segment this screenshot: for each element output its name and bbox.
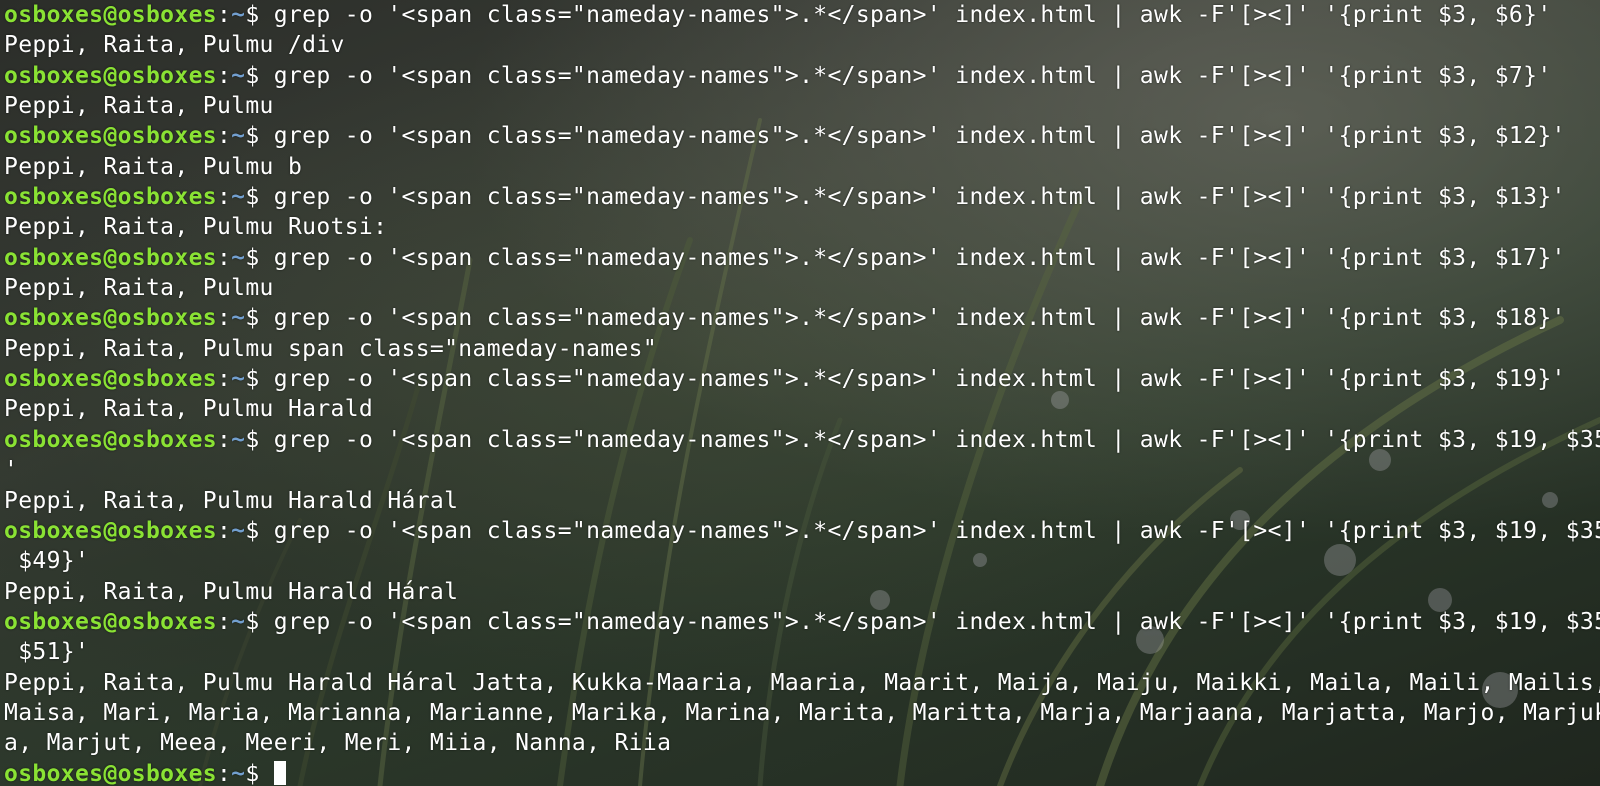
prompt-user-host: osboxes@osboxes (4, 366, 217, 393)
output-line: Peppi, Raita, Pulmu Harald (4, 396, 374, 423)
command-text: grep -o '<span class="nameday-names">.*<… (273, 426, 1600, 453)
prompt-separator: : (216, 608, 232, 635)
output-line: Peppi, Raita, Pulmu span class="nameday-… (4, 335, 658, 362)
command-text: grep -o '<span class="nameday-names">.*<… (273, 517, 1600, 544)
prompt-symbol: $ (245, 366, 274, 393)
prompt-user-host: osboxes@osboxes (4, 244, 217, 271)
output-line: Peppi, Raita, Pulmu Ruotsi: (4, 214, 388, 241)
prompt-user-host: osboxes@osboxes (4, 608, 217, 635)
prompt-separator: : (216, 760, 232, 786)
prompt-line: osboxes@osboxes:~$ grep -o '<span class=… (4, 303, 1600, 333)
output-line: Peppi, Raita, Pulmu (4, 93, 274, 120)
prompt-line: osboxes@osboxes:~$ grep -o '<span class=… (4, 425, 1600, 455)
prompt-user-host: osboxes@osboxes (4, 305, 217, 332)
prompt-symbol: $ (245, 426, 274, 453)
command-text: grep -o '<span class="nameday-names">.*<… (273, 305, 1566, 332)
output-line: Peppi, Raita, Pulmu Harald Háral Jatta, … (4, 669, 1600, 696)
prompt-symbol: $ (245, 184, 274, 211)
prompt-symbol: $ (245, 760, 274, 786)
prompt-path: ~ (231, 426, 246, 453)
prompt-line: osboxes@osboxes:~$ grep -o '<span class=… (4, 516, 1600, 546)
output-line: Peppi, Raita, Pulmu b (4, 153, 303, 180)
prompt-line: osboxes@osboxes:~$ grep -o '<span class=… (4, 243, 1600, 273)
prompt-line: osboxes@osboxes:~$ grep -o '<span class=… (4, 121, 1600, 151)
output-line: Peppi, Raita, Pulmu Harald Háral (4, 487, 459, 514)
output-line: Peppi, Raita, Pulmu (4, 275, 274, 302)
prompt-separator: : (216, 517, 232, 544)
output-line: Peppi, Raita, Pulmu /div (4, 32, 345, 59)
terminal-window[interactable]: osboxes@osboxes:~$ grep -o '<span class=… (0, 0, 1600, 786)
command-text: grep -o '<span class="nameday-names">.*<… (273, 608, 1600, 635)
output-line: $49}' (4, 548, 90, 575)
prompt-user-host: osboxes@osboxes (4, 760, 217, 786)
prompt-separator: : (216, 184, 232, 211)
prompt-line: osboxes@osboxes:~$ grep -o '<span class=… (4, 182, 1600, 212)
prompt-separator: : (216, 2, 232, 28)
prompt-symbol: $ (245, 2, 274, 28)
prompt-user-host: osboxes@osboxes (4, 184, 217, 211)
prompt-user-host: osboxes@osboxes (4, 62, 217, 89)
prompt-line: osboxes@osboxes:~$ grep -o '<span class=… (4, 61, 1600, 91)
prompt-symbol: $ (245, 123, 274, 150)
prompt-separator: : (216, 366, 232, 393)
prompt-separator: : (216, 244, 232, 271)
prompt-line: osboxes@osboxes:~$ grep -o '<span class=… (4, 364, 1600, 394)
command-text: grep -o '<span class="nameday-names">.*<… (273, 184, 1566, 211)
prompt-path: ~ (231, 62, 246, 89)
prompt-path: ~ (231, 184, 246, 211)
prompt-user-host: osboxes@osboxes (4, 2, 217, 28)
prompt-separator: : (216, 426, 232, 453)
command-text: grep -o '<span class="nameday-names">.*<… (273, 62, 1552, 89)
output-line: ' (4, 457, 19, 484)
prompt-path: ~ (231, 366, 246, 393)
text-cursor (273, 760, 286, 785)
prompt-symbol: $ (245, 244, 274, 271)
command-text: grep -o '<span class="nameday-names">.*<… (273, 366, 1566, 393)
prompt-symbol: $ (245, 517, 274, 544)
prompt-line: osboxes@osboxes:~$ grep -o '<span class=… (4, 0, 1600, 30)
prompt-separator: : (216, 123, 232, 150)
prompt-line: osboxes@osboxes:~$ (4, 759, 1600, 786)
prompt-path: ~ (231, 517, 246, 544)
prompt-separator: : (216, 62, 232, 89)
prompt-user-host: osboxes@osboxes (4, 123, 217, 150)
command-text: grep -o '<span class="nameday-names">.*<… (273, 244, 1566, 271)
output-line: Maisa, Mari, Maria, Marianna, Marianne, … (4, 699, 1600, 726)
prompt-line: osboxes@osboxes:~$ grep -o '<span class=… (4, 607, 1600, 637)
output-line: a, Marjut, Meea, Meeri, Meri, Miia, Nann… (4, 730, 672, 757)
prompt-symbol: $ (245, 305, 274, 332)
output-line: $51}' (4, 639, 90, 666)
prompt-path: ~ (231, 123, 246, 150)
output-line: Peppi, Raita, Pulmu Harald Háral (4, 578, 459, 605)
prompt-path: ~ (231, 305, 246, 332)
command-text: grep -o '<span class="nameday-names">.*<… (273, 2, 1552, 28)
prompt-path: ~ (231, 608, 246, 635)
prompt-path: ~ (231, 244, 246, 271)
prompt-user-host: osboxes@osboxes (4, 517, 217, 544)
prompt-path: ~ (231, 760, 246, 786)
prompt-symbol: $ (245, 608, 274, 635)
prompt-symbol: $ (245, 62, 274, 89)
prompt-separator: : (216, 305, 232, 332)
prompt-user-host: osboxes@osboxes (4, 426, 217, 453)
command-text: grep -o '<span class="nameday-names">.*<… (273, 123, 1566, 150)
terminal-output[interactable]: osboxes@osboxes:~$ grep -o '<span class=… (4, 0, 1600, 786)
prompt-path: ~ (231, 2, 246, 28)
